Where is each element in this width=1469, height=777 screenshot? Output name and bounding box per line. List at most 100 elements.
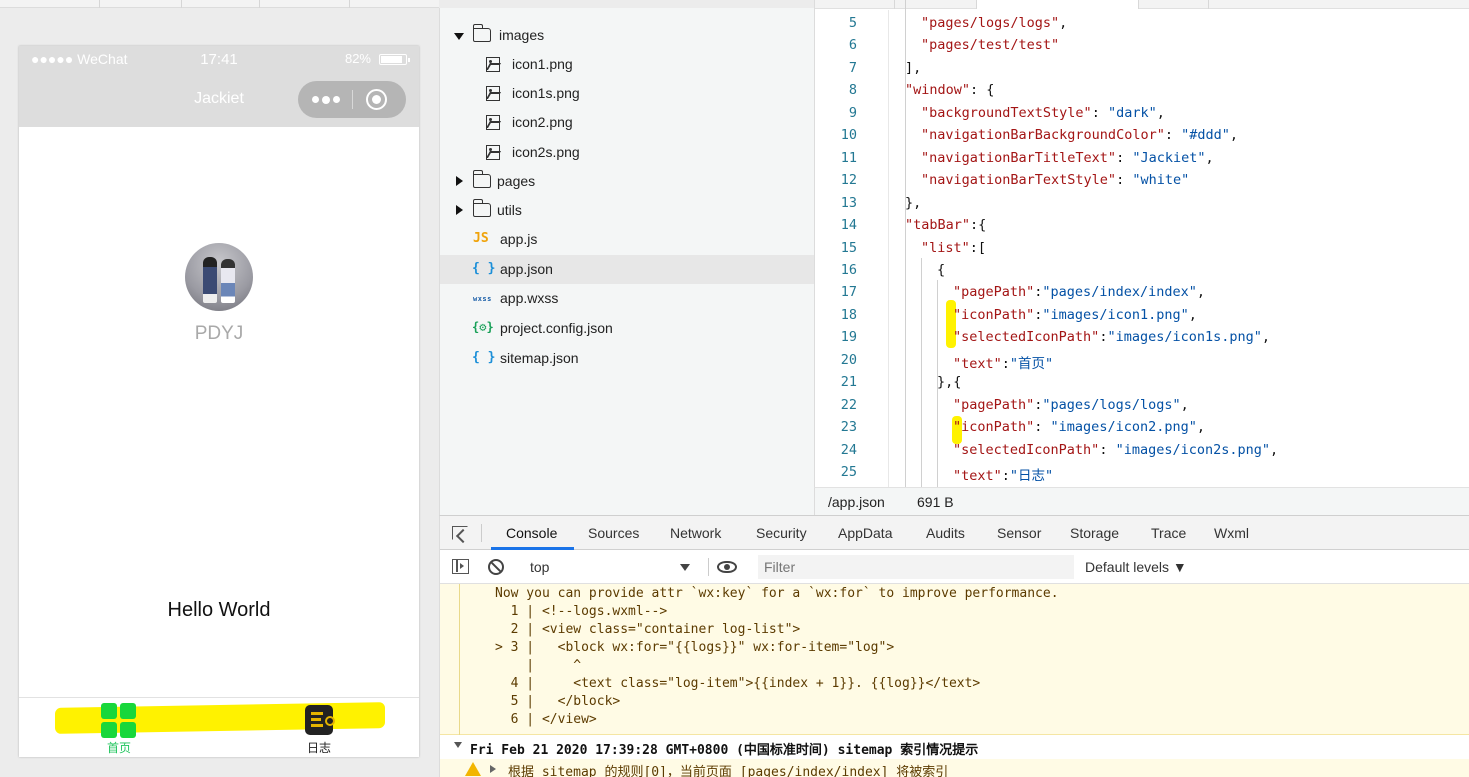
navigation-bar: Jackiet	[19, 72, 419, 127]
context-value: top	[530, 559, 550, 575]
tree-file-icon2[interactable]: icon2.png	[440, 108, 815, 137]
inspect-element-icon[interactable]	[452, 526, 468, 540]
chevron-down-icon[interactable]	[454, 33, 464, 40]
tab-network[interactable]: Network	[670, 525, 721, 541]
tab-sources[interactable]: Sources	[588, 525, 639, 541]
clear-console-icon[interactable]	[488, 559, 504, 575]
devtools-window: ●●●●● WeChat 17:41 82% Jackiet PDYJ Hell…	[0, 0, 1469, 777]
console-line: Fri Feb 21 2020 17:39:28 GMT+0800 (中国标准时…	[470, 743, 979, 758]
devtools-tabs: Console Sources Network Security AppData…	[440, 516, 1469, 550]
line-number: 11	[840, 149, 857, 166]
code-line[interactable]: 12 "navigationBarTextStyle": "white"	[815, 172, 1469, 194]
sidebar-toggle-icon[interactable]	[452, 559, 469, 574]
tab-wxml[interactable]: Wxml	[1214, 525, 1249, 541]
code-line[interactable]: 19 "selectedIconPath":"images/icon1s.png"…	[815, 329, 1469, 351]
close-capsule-icon[interactable]	[366, 89, 387, 110]
code-editor[interactable]: 5 "pages/logs/logs", 6 "pages/test/test" 7],…	[814, 0, 1469, 487]
chevron-right-icon[interactable]	[456, 176, 463, 186]
devtools-panel: Console Sources Network Security AppData…	[439, 515, 1469, 777]
tree-folder-utils[interactable]: utils	[440, 196, 815, 225]
code-line[interactable]: 22 "pagePath":"pages/logs/logs",	[815, 397, 1469, 419]
tree-folder-images[interactable]: images	[440, 21, 815, 50]
console-output: Now you can provide attr `wx:key` for a …	[440, 584, 1469, 777]
tree-item-label: project.config.json	[500, 320, 613, 336]
code-line[interactable]: 18 "iconPath":"images/icon1.png",	[815, 307, 1469, 329]
line-source: "window": {	[905, 82, 995, 99]
tree-file-app-json[interactable]: { } app.json	[440, 255, 815, 284]
code-line[interactable]: 14 "tabBar":{	[815, 217, 1469, 239]
code-line[interactable]: 25 "text":"日志"	[815, 464, 1469, 486]
console-line: 根据 sitemap 的规则[0]，当前页面 [pages/index/inde…	[508, 765, 949, 777]
tree-file-icon1s[interactable]: icon1s.png	[440, 79, 815, 108]
tab-trace[interactable]: Trace	[1151, 525, 1186, 541]
tree-file-icon1[interactable]: icon1.png	[440, 50, 815, 79]
console-group-header[interactable]: Fri Feb 21 2020 17:39:28 GMT+0800 (中国标准时…	[440, 735, 1469, 759]
code-line[interactable]: 10 "navigationBarBackgroundColor": "#ddd"…	[815, 127, 1469, 149]
code-line[interactable]: 21},{	[815, 374, 1469, 396]
user-nickname: PDYJ	[194, 323, 244, 344]
line-source: "text":"首页"	[953, 355, 1054, 372]
line-source: "iconPath":"images/icon1.png",	[953, 306, 1197, 323]
tree-item-label: icon1.png	[512, 56, 573, 72]
tab-console[interactable]: Console	[506, 525, 557, 541]
log-levels-dropdown[interactable]: Default levels ▼	[1085, 559, 1187, 575]
tree-item-label: icon1s.png	[512, 85, 580, 101]
tab-home[interactable]: 首页	[79, 703, 159, 755]
eye-icon[interactable]	[717, 561, 737, 573]
line-number: 14	[840, 217, 857, 234]
tree-file-app-js[interactable]: JS app.js	[440, 225, 815, 254]
tab-sensor[interactable]: Sensor	[997, 525, 1041, 541]
tree-file-project-config[interactable]: {⚙} project.config.json	[440, 314, 815, 343]
code-line[interactable]: 13},	[815, 195, 1469, 217]
code-line[interactable]: 17 "pagePath":"pages/index/index",	[815, 284, 1469, 306]
console-toolbar: top Default levels ▼	[440, 550, 1469, 584]
chevron-right-icon[interactable]	[456, 205, 463, 215]
code-line[interactable]: 16 {	[815, 262, 1469, 284]
tree-item-label: icon2.png	[512, 114, 573, 130]
line-number: 17	[840, 284, 857, 301]
code-line[interactable]: 8 "window": {	[815, 82, 1469, 104]
phone-simulator: ●●●●● WeChat 17:41 82% Jackiet PDYJ Hell…	[19, 46, 419, 757]
tree-folder-pages[interactable]: pages	[440, 167, 815, 196]
context-select[interactable]: top	[520, 556, 700, 578]
line-source: "navigationBarTitleText": "Jackiet",	[921, 149, 1214, 166]
code-line[interactable]: 20 "text":"首页"	[815, 352, 1469, 374]
code-line[interactable]: 23 "iconPath": "images/icon2.png",	[815, 419, 1469, 441]
code-line[interactable]: 24 "selectedIconPath": "images/icon2s.png…	[815, 442, 1469, 464]
tree-file-app-wxss[interactable]: wxss app.wxss	[440, 284, 815, 313]
tree-item-label: app.js	[500, 231, 538, 247]
more-dots-icon[interactable]	[312, 95, 340, 104]
code-line[interactable]: 5 "pages/logs/logs",	[815, 15, 1469, 37]
code-line[interactable]: 15 "list":[	[815, 240, 1469, 262]
tree-item-label: icon2s.png	[512, 144, 580, 160]
tab-logs[interactable]: 日志	[279, 703, 359, 755]
code-line[interactable]: 11 "navigationBarTitleText": "Jackiet",	[815, 150, 1469, 172]
line-number: 8	[848, 82, 857, 99]
line-source: "pages/test/test"	[921, 37, 1060, 54]
image-file-icon	[486, 86, 500, 101]
tab-appdata[interactable]: AppData	[838, 525, 892, 541]
status-bar: ●●●●● WeChat 17:41 82%	[19, 46, 419, 72]
expand-caret-icon[interactable]	[490, 765, 496, 773]
code-line[interactable]: 7],	[815, 60, 1469, 82]
log-icon	[305, 705, 335, 735]
line-source: "tabBar":{	[905, 217, 987, 234]
config-file-icon: {⚙}	[472, 320, 494, 334]
tab-security[interactable]: Security	[756, 525, 807, 541]
console-warning-sitemap[interactable]: 根据 sitemap 的规则[0]，当前页面 [pages/index/inde…	[440, 759, 1469, 777]
tab-storage[interactable]: Storage	[1070, 525, 1119, 541]
filter-input[interactable]	[758, 555, 1074, 579]
js-file-icon: JS	[473, 231, 489, 246]
image-file-icon	[486, 145, 500, 160]
code-line[interactable]: 6 "pages/test/test"	[815, 37, 1469, 59]
avatar	[185, 243, 253, 311]
line-number: 5	[848, 15, 857, 31]
expand-caret-icon[interactable]	[454, 742, 462, 748]
tree-item-label: utils	[497, 202, 522, 218]
tree-file-icon2s[interactable]: icon2s.png	[440, 138, 815, 167]
editor-tab-strip[interactable]	[815, 0, 1469, 9]
capsule-menu[interactable]	[298, 81, 406, 118]
tab-audits[interactable]: Audits	[926, 525, 965, 541]
code-line[interactable]: 9 "backgroundTextStyle": "dark",	[815, 105, 1469, 127]
tree-file-sitemap[interactable]: { } sitemap.json	[440, 344, 815, 373]
